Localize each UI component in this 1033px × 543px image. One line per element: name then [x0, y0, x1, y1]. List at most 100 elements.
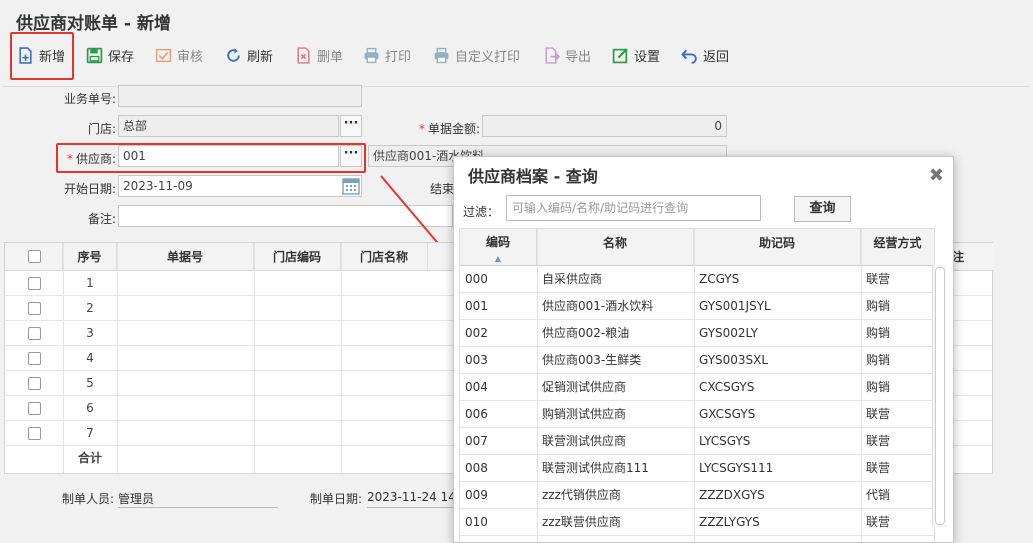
vertical-scrollbar[interactable]	[932, 265, 946, 527]
cell-name: 联营测试供应商111	[542, 461, 649, 475]
print-button-label: 打印	[385, 49, 412, 65]
amount-label: * 单据金额:	[380, 120, 480, 137]
cell-name: 供应商001-酒水饮料	[542, 299, 654, 313]
export-button[interactable]: 导出	[543, 36, 591, 74]
custom-print-button[interactable]: 自定义打印	[433, 36, 520, 74]
cell-mode: 联营	[866, 461, 891, 475]
list-item[interactable]: 006 购销测试供应商 GXCSGYS 联营	[460, 401, 934, 428]
toolbar: 新增 保存 审核 刷新 删单 打印 自定义打印 导出 设置 返回	[0, 36, 1033, 74]
col-header-code[interactable]: 编码 ▲	[460, 229, 537, 266]
cell-code: 006	[465, 407, 488, 421]
cell-name: 供应商003-生鲜类	[542, 353, 642, 367]
refresh-icon	[227, 47, 240, 62]
store-label: 门店:	[87, 122, 116, 136]
remark-label: 备注:	[87, 212, 116, 226]
row-seq: 1	[86, 276, 94, 290]
col-header-code-label: 编码	[485, 235, 510, 249]
refresh-button[interactable]: 刷新	[225, 36, 273, 74]
supplier-table: 编码 ▲ 名称 助记码 经营方式 000 自采供应商 ZCGYS 联营 001 …	[459, 228, 935, 542]
cell-mnemonic: GYS001JSYL	[699, 299, 771, 313]
list-item[interactable]: 000 自采供应商 ZCGYS 联营	[460, 266, 934, 293]
start-date-label: 开始日期:	[63, 182, 116, 196]
grid-header-doc-no: 单据号	[117, 243, 254, 271]
cell-mode: 联营	[866, 515, 891, 529]
list-item[interactable]: 009 zzz代销供应商 ZZZDXGYS 代销	[460, 482, 934, 509]
scrollbar-thumb[interactable]	[935, 267, 945, 525]
cell-code: 008	[465, 461, 488, 475]
list-item[interactable]: 007 联营测试供应商 LYCSGYS 联营	[460, 428, 934, 455]
cell-mode: 联营	[866, 434, 891, 448]
filter-label: 过滤：	[463, 205, 500, 219]
cell-mnemonic: GYS002LY	[699, 326, 758, 340]
cell-code: 004	[465, 380, 488, 394]
cell-code: 001	[465, 299, 488, 313]
cell-code: 003	[465, 353, 488, 367]
cell-name: 供应商002-粮油	[542, 326, 630, 340]
close-icon[interactable]: ✖	[929, 165, 944, 186]
cell-mnemonic: ZZZDXGYS	[699, 488, 765, 502]
select-all-checkbox[interactable]	[28, 250, 41, 263]
calendar-icon[interactable]	[341, 176, 361, 196]
row-seq: 6	[86, 401, 94, 415]
row-seq: 4	[86, 351, 94, 365]
row-checkbox[interactable]	[28, 402, 41, 415]
list-item[interactable]: 010 zzz联营供应商 ZZZLYGYS 联营	[460, 509, 934, 536]
row-checkbox[interactable]	[28, 427, 41, 440]
col-header-name[interactable]: 名称	[537, 229, 694, 266]
search-button[interactable]: 查询	[794, 196, 851, 222]
supplier-lookup-dialog: 供应商档案 - 查询 ✖ 过滤： 查询 编码 ▲ 名称 助记码 经营方式 000…	[453, 156, 954, 543]
filter-input[interactable]	[506, 195, 761, 221]
back-icon	[681, 49, 697, 64]
list-item[interactable]: 008 联营测试供应商111 LYCSGYS111 联营	[460, 455, 934, 482]
list-item[interactable]: 003 供应商003-生鲜类 GYS003SXL 购销	[460, 347, 934, 374]
cell-mode: 购销	[866, 353, 891, 367]
dialog-title: 供应商档案 - 查询	[468, 167, 598, 186]
custom-print-icon	[434, 47, 449, 63]
row-checkbox[interactable]	[28, 327, 41, 340]
export-button-label: 导出	[565, 49, 592, 65]
grid-header-store-code: 门店编码	[254, 243, 341, 271]
save-button[interactable]: 保存	[86, 36, 134, 74]
row-checkbox[interactable]	[28, 377, 41, 390]
doc-no-field[interactable]	[118, 85, 362, 107]
store-field[interactable]: 总部	[118, 115, 339, 137]
cell-code: 009	[465, 488, 488, 502]
cell-mnemonic: CXCSGYS	[699, 380, 755, 394]
cell-code: 000	[465, 272, 488, 286]
cell-mnemonic: GYS003SXL	[699, 353, 769, 367]
cell-mode: 购销	[866, 380, 891, 394]
cell-code: 007	[465, 434, 488, 448]
settings-button[interactable]: 设置	[612, 36, 660, 74]
list-item[interactable]: 002 供应商002-粮油 GYS002LY 购销	[460, 320, 934, 347]
col-header-mnemonic[interactable]: 助记码	[694, 229, 861, 266]
col-header-mode[interactable]: 经营方式	[861, 229, 934, 266]
list-item[interactable]: 001 供应商001-酒水饮料 GYS001JSYL 购销	[460, 293, 934, 320]
doc-no-label: 业务单号:	[63, 92, 116, 106]
list-item[interactable]: 004 促销测试供应商 CXCSGYS 购销	[460, 374, 934, 401]
row-checkbox[interactable]	[28, 277, 41, 290]
cell-mode: 代销	[866, 488, 891, 502]
save-icon	[86, 47, 103, 63]
cell-code: 010	[465, 515, 488, 529]
back-button[interactable]: 返回	[681, 36, 729, 74]
cell-code: 002	[465, 326, 488, 340]
row-checkbox[interactable]	[28, 302, 41, 315]
page-title: 供应商对账单 - 新增	[16, 14, 171, 34]
cell-name: zzz代销供应商	[542, 488, 621, 502]
store-picker-button[interactable]: ···	[340, 115, 362, 137]
print-button[interactable]: 打印	[363, 36, 411, 74]
delete-doc-button[interactable]: 删单	[295, 36, 343, 74]
cell-mode: 联营	[866, 272, 891, 286]
row-checkbox[interactable]	[28, 352, 41, 365]
edit-settings-icon	[612, 47, 628, 63]
cell-mnemonic: LYCSGYS	[699, 434, 751, 448]
audit-button[interactable]: 审核	[155, 36, 203, 74]
start-date-field[interactable]: 2023-11-09	[118, 175, 362, 197]
custom-print-button-label: 自定义打印	[455, 49, 521, 65]
refresh-button-label: 刷新	[247, 49, 274, 65]
total-label: 合计	[77, 451, 102, 465]
creator-value: 管理员	[118, 490, 278, 508]
cell-name: 购销测试供应商	[542, 407, 627, 421]
delete-doc-button-label: 删单	[317, 49, 344, 65]
grid-header-store-name: 门店名称	[341, 243, 428, 271]
